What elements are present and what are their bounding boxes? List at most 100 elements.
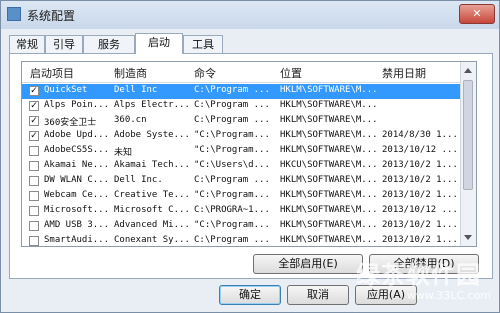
row-date: 2014/8/30 1...: [382, 130, 458, 140]
watermark-url: www.33LC.com: [406, 289, 491, 302]
row-manufacturer: 360.cn: [114, 115, 147, 125]
row-manufacturer: Dell Inc: [114, 85, 158, 95]
row-location: HKLM\SOFTWARE\M...: [280, 115, 378, 125]
header-command[interactable]: 命令: [194, 65, 216, 81]
table-row[interactable]: ✓ QuickSet Dell Inc C:\Program ... HKLM\SOFT…: [22, 84, 462, 99]
row-manufacturer: Conexant Sy...: [114, 235, 190, 245]
row-location: HKLM\SOFTWARE\M...: [280, 85, 378, 95]
startup-checkbox[interactable]: [29, 176, 39, 186]
watermark-text: 绿茶软件园: [356, 261, 481, 289]
header-startup-item[interactable]: 启动项目: [30, 65, 74, 81]
row-location: HKLM\SOFTWARE\M...: [280, 220, 378, 230]
startup-checkbox[interactable]: [29, 161, 39, 171]
startup-checkbox[interactable]: [29, 206, 39, 216]
row-date: 2013/10/12 ...: [382, 205, 458, 215]
ok-button[interactable]: 确定: [219, 285, 281, 305]
table-row[interactable]: DW WLAN C... Dell Inc. C:\Program ... HKLM\…: [22, 174, 462, 189]
startup-checkbox[interactable]: [29, 146, 39, 156]
startup-checkbox[interactable]: ✓: [29, 101, 39, 111]
window-title: 系统配置: [27, 9, 76, 23]
tab-general[interactable]: 常规: [9, 35, 45, 53]
row-command: "C:\Users\d...: [194, 160, 270, 170]
table-row[interactable]: AdobeCS5S... 未知 "C:\Program... HKLM\SOFTWAR…: [22, 144, 462, 159]
tab-boot[interactable]: 引导: [45, 35, 83, 53]
cancel-button[interactable]: 取消: [287, 285, 349, 305]
tab-tools[interactable]: 工具: [183, 35, 223, 53]
startup-checkbox[interactable]: [29, 221, 39, 231]
row-item: Alps Poin...: [44, 100, 110, 110]
row-command: C:\Program ...: [194, 85, 270, 95]
row-command: C:\Program ...: [194, 235, 270, 245]
startup-checkbox[interactable]: ✓: [29, 131, 39, 141]
scroll-down-icon[interactable]: [464, 235, 472, 240]
table-row[interactable]: AMD USB 3... Advanced Mi... "C:\Program...…: [22, 219, 462, 234]
row-location: HKLM\SOFTWARE\M...: [280, 100, 378, 110]
tab-startup[interactable]: 启动: [135, 33, 183, 54]
row-location: HKLM\SOFTWARE\M...: [280, 235, 378, 245]
row-date: 2013/10/2 1...: [382, 175, 458, 185]
list-header: 启动项目 制造商 命令 位置 禁用日期: [22, 62, 462, 83]
row-command: C:\Program ...: [194, 175, 270, 185]
title-bar[interactable]: 系统配置 ✕: [1, 1, 499, 29]
row-date: 2013/10/2 1...: [382, 190, 458, 200]
row-manufacturer: Adobe Syste...: [114, 130, 190, 140]
vertical-scrollbar[interactable]: [460, 62, 476, 246]
startup-checkbox[interactable]: ✓: [29, 116, 39, 126]
table-row[interactable]: ✓ Adobe Upd... Adobe Syste... "C:\Program..…: [22, 129, 462, 144]
row-item: Akamai Ne...: [44, 160, 110, 170]
row-command: C:\Program ...: [194, 100, 270, 110]
row-command: "C:\Program...: [194, 145, 270, 155]
table-row[interactable]: Webcam Ce... Creative Te... "C:\Program...…: [22, 189, 462, 204]
row-manufacturer: Advanced Mi...: [114, 220, 190, 230]
startup-list[interactable]: 启动项目 制造商 命令 位置 禁用日期 ✓ QuickSet Dell Inc C:\…: [21, 61, 477, 247]
startup-checkbox[interactable]: ✓: [29, 86, 39, 96]
row-command: C:\Program ...: [194, 115, 270, 125]
row-location: HKLM\SOFTWARE\M...: [280, 130, 378, 140]
row-command: "C:\Program...: [194, 130, 270, 140]
system-config-window: 系统配置 ✕ 常规 引导 服务 启动 工具 启动项目 制造商 命令 位置 禁用日…: [0, 0, 500, 313]
row-command: C:\PROGRA~1...: [194, 205, 270, 215]
table-row[interactable]: SmartAudi... Conexant Sy... C:\Program ...…: [22, 234, 462, 246]
app-icon: [7, 7, 21, 21]
table-row[interactable]: ✓ Alps Poin... Alps Electr... C:\Program ..…: [22, 99, 462, 114]
row-date: 2013/10/12 ...: [382, 145, 458, 155]
scroll-thumb[interactable]: [463, 80, 473, 190]
row-item: Adobe Upd...: [44, 130, 110, 140]
row-manufacturer: Creative Te...: [114, 190, 190, 200]
row-item: AdobeCS5S...: [44, 145, 110, 155]
row-location: HKLM\SOFTWARE\M...: [280, 190, 378, 200]
row-command: "C:\Program...: [194, 220, 270, 230]
table-row[interactable]: Microsoft... Microsoft C... C:\PROGRA~1...…: [22, 204, 462, 219]
row-date: 2013/10/2 1...: [382, 160, 458, 170]
row-location: HKCU\SOFTWARE\M...: [280, 160, 378, 170]
enable-all-button[interactable]: 全部启用(E): [253, 254, 363, 274]
row-item: 360安全卫士: [44, 118, 97, 128]
startup-checkbox[interactable]: [29, 236, 39, 246]
row-location: HKLM\SOFTWARE\M...: [280, 205, 378, 215]
row-manufacturer: Microsoft C...: [114, 205, 190, 215]
row-item: SmartAudi...: [44, 235, 110, 245]
row-item: AMD USB 3...: [44, 220, 110, 230]
row-date: 2013/10/2 1...: [382, 235, 458, 245]
row-command: "C:\Program...: [194, 190, 270, 200]
table-row[interactable]: ✓ 360安全卫士 360.cn C:\Program ... HKLM\SOFTWAR…: [22, 114, 462, 129]
row-location: HKLM\SOFTWARE\W...: [280, 145, 378, 155]
close-button[interactable]: ✕: [459, 4, 495, 24]
row-manufacturer: 未知: [114, 148, 133, 158]
row-manufacturer: Dell Inc.: [114, 175, 163, 185]
header-manufacturer[interactable]: 制造商: [114, 65, 147, 81]
row-item: Microsoft...: [44, 205, 110, 215]
row-item: QuickSet: [44, 85, 88, 95]
startup-checkbox[interactable]: [29, 191, 39, 201]
header-location[interactable]: 位置: [280, 65, 302, 81]
tab-services[interactable]: 服务: [83, 35, 135, 53]
table-row[interactable]: Akamai Ne... Akamai Tech... "C:\Users\d...…: [22, 159, 462, 174]
row-date: 2013/10/2 1...: [382, 220, 458, 230]
row-manufacturer: Akamai Tech...: [114, 160, 190, 170]
header-disabled-date[interactable]: 禁用日期: [382, 65, 426, 81]
row-location: HKLM\SOFTWARE\M...: [280, 175, 378, 185]
row-item: Webcam Ce...: [44, 190, 110, 200]
scroll-up-icon[interactable]: [464, 68, 472, 73]
row-item: DW WLAN C...: [44, 175, 110, 185]
row-manufacturer: Alps Electr...: [114, 100, 190, 110]
